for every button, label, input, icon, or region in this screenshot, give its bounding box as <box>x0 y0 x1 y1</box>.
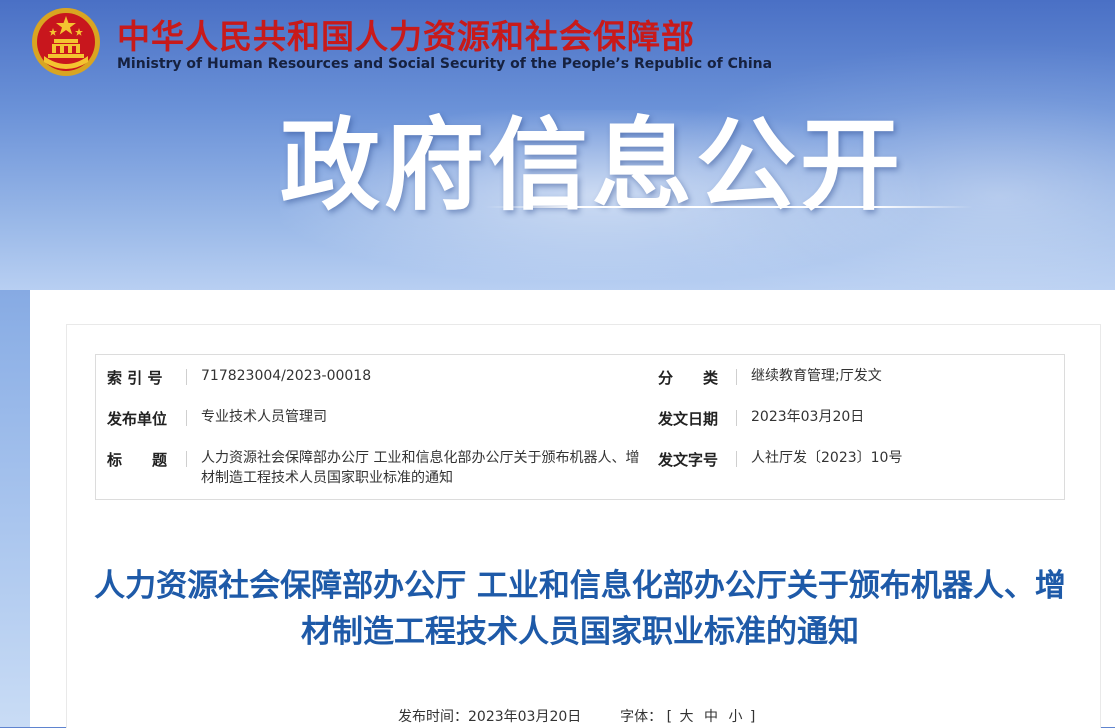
header-banner: 中华人民共和国人力资源和社会保障部 Ministry of Human Reso… <box>0 0 1115 290</box>
subject-value: 人力资源社会保障部办公厅 工业和信息化部办公厅关于颁布机器人、增材制造工程技术人… <box>201 450 640 486</box>
bracket-close: ] <box>749 709 756 725</box>
article-title: 人力资源社会保障部办公厅 工业和信息化部办公厅关于颁布机器人、增材制造工程技术人… <box>94 568 1066 650</box>
font-large-button[interactable]: 大 <box>677 706 697 726</box>
title-underline <box>485 206 973 208</box>
publish-info-bar: 发布时间：2023年03月20日 字体： [ 大 中 小 ] <box>398 706 755 726</box>
publish-time-label: 发布时间： <box>398 709 468 725</box>
doc-number-value: 人社厅发〔2023〕10号 <box>751 450 903 466</box>
separator <box>736 451 737 467</box>
doc-number-label: 发文字号 <box>658 451 719 469</box>
separator <box>186 451 187 467</box>
ministry-name-en: Ministry of Human Resources and Social S… <box>117 56 773 72</box>
separator <box>736 410 737 426</box>
date-label: 发文日期 <box>658 410 719 428</box>
subject-label: 标 题 <box>107 451 168 469</box>
index-label: 索 引 号 <box>107 369 163 387</box>
category-value: 继续教育管理;厅发文 <box>751 368 882 384</box>
metadata-table: 索 引 号 717823004/2023-00018 分 类 继续教育管理;厅发… <box>95 354 1065 500</box>
font-small-button[interactable]: 小 <box>725 706 745 726</box>
publish-date: 2023年03月20日 <box>468 709 582 725</box>
bracket-open: [ <box>666 709 673 725</box>
national-emblem-icon <box>32 8 100 76</box>
index-value: 717823004/2023-00018 <box>201 368 372 384</box>
date-value: 2023年03月20日 <box>751 409 865 425</box>
issuer-label: 发布单位 <box>107 410 168 428</box>
separator <box>736 369 737 385</box>
category-label: 分 类 <box>658 369 719 387</box>
font-size-label: 字体： <box>620 709 663 725</box>
ministry-name-cn: 中华人民共和国人力资源和社会保障部 <box>117 17 695 56</box>
separator <box>186 369 187 385</box>
separator <box>186 410 187 426</box>
font-medium-button[interactable]: 中 <box>701 706 721 726</box>
issuer-value: 专业技术人员管理司 <box>201 409 327 425</box>
